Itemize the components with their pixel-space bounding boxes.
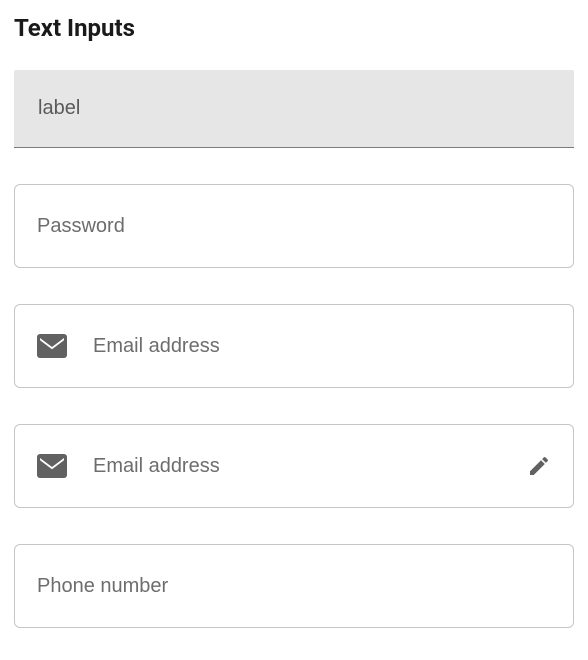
- field-phone-wrap: [14, 544, 574, 628]
- password-input[interactable]: [37, 185, 551, 267]
- email1-input[interactable]: [93, 305, 551, 387]
- field-label-wrap: [14, 70, 574, 148]
- pencil-icon[interactable]: [527, 454, 551, 478]
- envelope-icon: [37, 334, 67, 358]
- field-label[interactable]: [14, 70, 574, 148]
- section-title: Text Inputs: [14, 14, 574, 42]
- field-email1[interactable]: [14, 304, 574, 388]
- email2-input[interactable]: [93, 425, 509, 507]
- field-email1-wrap: [14, 304, 574, 388]
- envelope-icon: [37, 454, 67, 478]
- field-email2-wrap: [14, 424, 574, 508]
- label-input[interactable]: [38, 70, 550, 147]
- field-phone[interactable]: [14, 544, 574, 628]
- field-password[interactable]: [14, 184, 574, 268]
- phone-input[interactable]: [37, 545, 551, 627]
- field-password-wrap: [14, 184, 574, 268]
- field-email2[interactable]: [14, 424, 574, 508]
